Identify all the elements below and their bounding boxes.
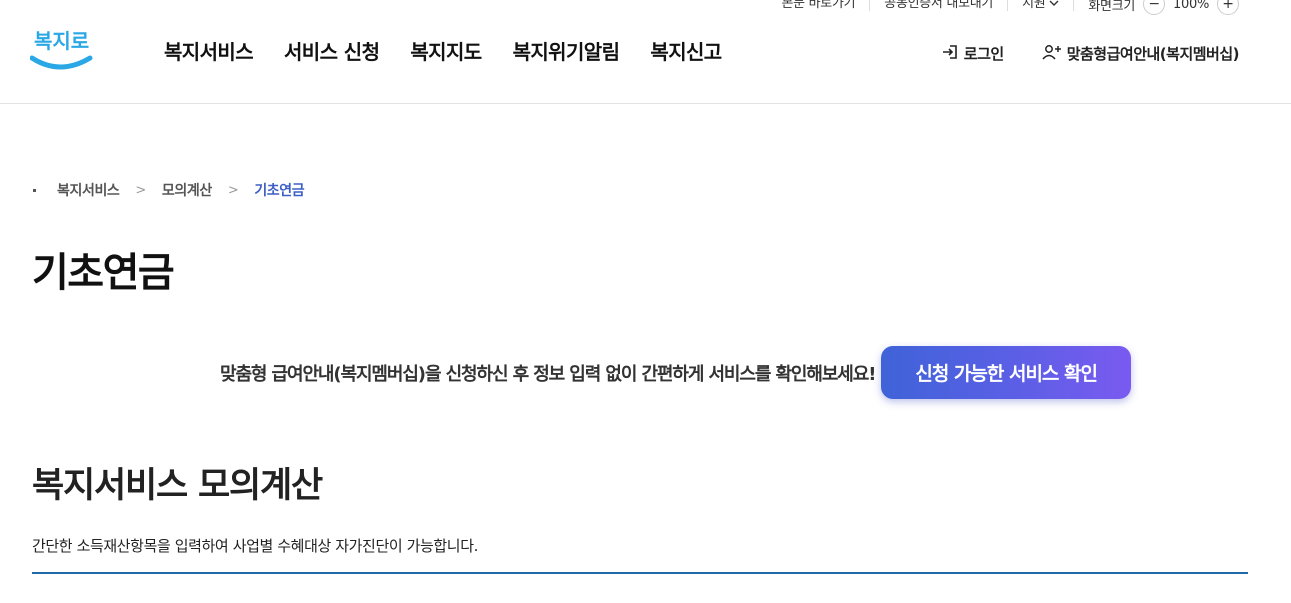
chevron-right-icon: > — [135, 182, 146, 198]
membership-promo: 맞춤형 급여안내(복지멤버십)을 신청하신 후 정보 입력 없이 간편하게 서비… — [0, 346, 1291, 399]
main-nav: 복지서비스 서비스 신청 복지지도 복지위기알림 복지신고 — [164, 36, 722, 65]
zoom-in-button[interactable]: + — [1217, 0, 1239, 15]
breadcrumb-item-welfare-service[interactable]: 복지서비스 — [57, 180, 120, 200]
login-label: 로그인 — [963, 45, 1004, 63]
zoom-label: 화면크기 — [1088, 0, 1136, 14]
chevron-down-icon — [1049, 0, 1059, 11]
nav-welfare-service[interactable]: 복지서비스 — [164, 36, 254, 65]
export-cert-link[interactable]: 공동인증서 내보내기 — [870, 0, 1009, 11]
nav-welfare-report[interactable]: 복지신고 — [650, 36, 722, 65]
section-description: 간단한 소득재산항목을 입력하여 사업별 수혜대상 자가진단이 가능합니다. — [32, 537, 478, 555]
login-icon — [941, 44, 959, 64]
membership-link[interactable]: 맞춤형급여안내(복지멤버십) — [1042, 43, 1240, 64]
zoom-value: 100% — [1173, 0, 1209, 12]
utility-bar: 본문 바로가기 공동인증서 내보내기 지원 화면크기 − 100% + — [767, 0, 1239, 15]
nav-service-apply[interactable]: 서비스 신청 — [284, 36, 380, 65]
user-add-icon — [1042, 44, 1062, 64]
breadcrumb-item-current: 기초연금 — [254, 183, 305, 199]
zoom-control: 화면크기 − 100% + — [1074, 0, 1239, 15]
section-divider — [32, 572, 1248, 574]
check-available-services-button[interactable]: 신청 가능한 서비스 확인 — [881, 346, 1131, 399]
site-logo[interactable]: 복지로 — [29, 24, 94, 74]
page-title: 기초연금 — [32, 250, 175, 296]
breadcrumb: 복지서비스 > 모의계산 > 기초연금 — [33, 180, 305, 200]
logo-text: 복지로 — [34, 29, 89, 53]
chevron-right-icon: > — [227, 182, 239, 198]
login-link[interactable]: 로그인 — [941, 43, 1004, 64]
nav-crisis-alert[interactable]: 복지위기알림 — [513, 36, 620, 65]
promo-text: 맞춤형 급여안내(복지멤버십)을 신청하신 후 정보 입력 없이 간편하게 서비… — [220, 363, 876, 385]
site-header: 복지로 복지서비스 서비스 신청 복지지도 복지위기알림 복지신고 로그인 맞춤… — [0, 0, 1291, 104]
skip-to-content-link[interactable]: 본문 바로가기 — [767, 0, 871, 11]
section-title: 복지서비스 모의계산 — [32, 466, 323, 506]
membership-label: 맞춤형급여안내(복지멤버십) — [1066, 45, 1240, 63]
breadcrumb-item-simulation[interactable]: 모의계산 — [162, 180, 212, 200]
language-label: 지원 — [1022, 0, 1046, 11]
home-bullet-icon — [33, 188, 36, 192]
zoom-out-button[interactable]: − — [1143, 0, 1166, 15]
language-select[interactable]: 지원 — [1008, 0, 1075, 11]
nav-welfare-map[interactable]: 복지지도 — [410, 36, 482, 65]
member-menu: 로그인 맞춤형급여안내(복지멤버십) — [941, 43, 1240, 64]
